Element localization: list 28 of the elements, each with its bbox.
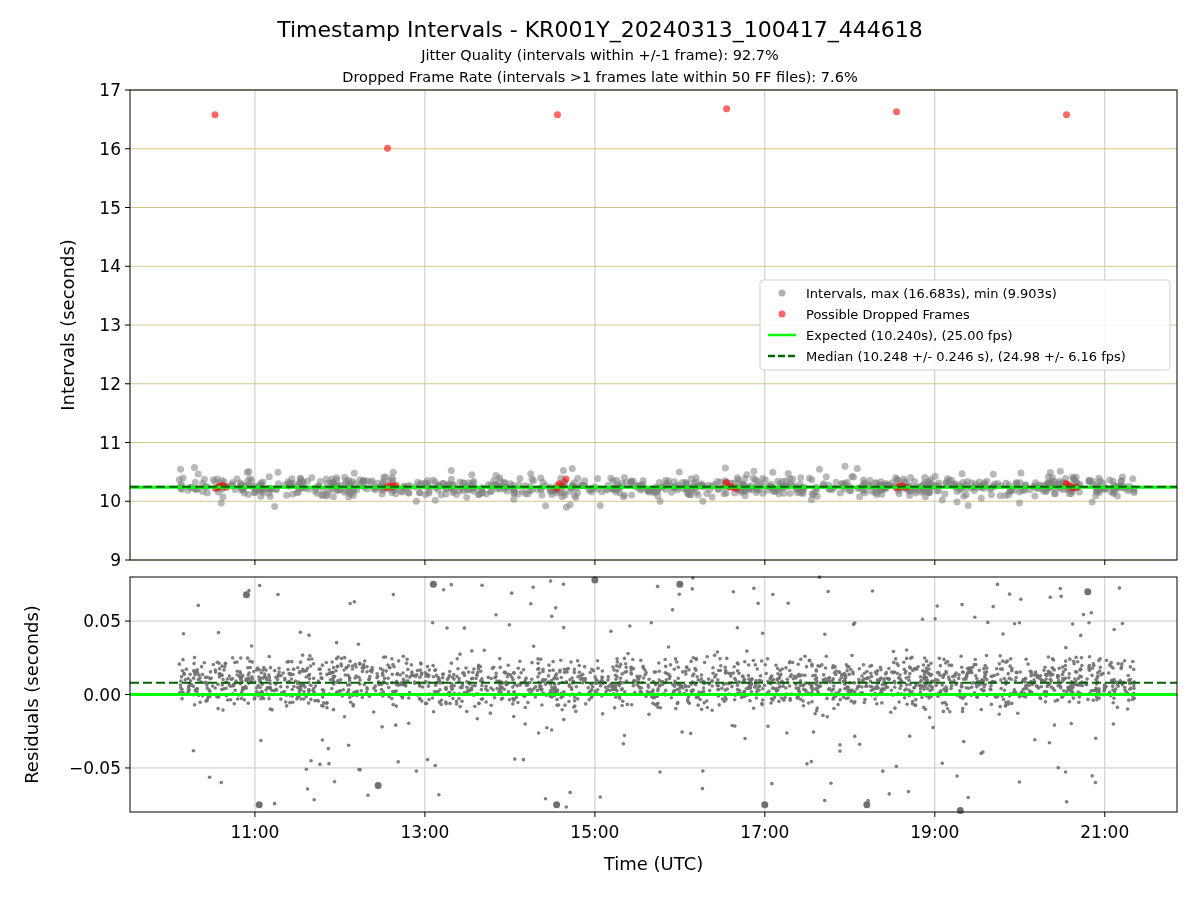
legend-label: Median (10.248 +/- 0.246 s), (24.98 +/- 6.16 fps) [806,348,1126,364]
legend-label: Possible Dropped Frames [806,306,970,322]
tick-label: 11 [99,432,121,453]
tick-label: 0.05 [83,611,121,632]
tick-label: 13 [99,315,121,335]
tick-label: 17 [99,80,121,100]
tick-label: 10 [99,491,121,512]
tick-label: 0.00 [83,684,121,705]
axis-label: Time (UTC) [603,853,704,874]
tick-label: −0.05 [68,757,121,778]
tick-label: 17:00 [740,822,790,842]
axis-label: Intervals (seconds) [57,239,78,411]
legend-label: Expected (10.240s), (25.00 fps) [806,327,1013,343]
axis-label: Residuals (seconds) [21,605,42,784]
figure-title: Timestamp Intervals - KR001Y_20240313_100417_444618 [277,16,923,44]
tick-label: 9 [110,550,121,570]
tick-label: 16 [99,138,121,159]
tick-label: 14 [99,256,121,277]
tick-label: 12 [99,373,121,394]
tick-label: 19:00 [910,822,960,842]
figure-subtitle: Jitter Quality (intervals within +/-1 frame): 92.7% [421,46,779,65]
legend-label: Intervals, max (16.683s), min (9.903s) [806,285,1057,301]
tick-label: 15 [99,197,121,218]
tick-label: 13:00 [400,822,450,842]
tick-label: 11:00 [230,822,280,842]
tick-label: 15:00 [570,822,620,842]
figure-subtitle: Dropped Frame Rate (intervals >1 frames late within 50 FF files): 7.6% [342,68,858,87]
tick-label: 21:00 [1080,822,1130,842]
